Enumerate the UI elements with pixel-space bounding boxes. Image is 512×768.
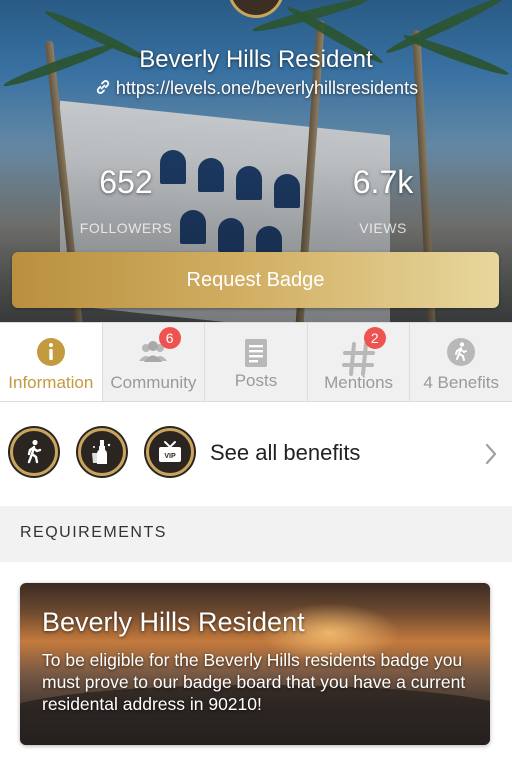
tab-community[interactable]: 6 Community (103, 323, 206, 401)
tab-bar: Information 6 Community Posts 2 Mentions… (0, 322, 512, 402)
views-label: VIEWS (359, 220, 407, 236)
tab-label: 4 Benefits (423, 373, 499, 392)
profile-hero: Beverly Hills Resident https://levels.on… (0, 0, 512, 322)
community-count-badge: 6 (158, 327, 181, 349)
tab-benefits[interactable]: 4 Benefits (410, 323, 512, 401)
link-icon (96, 80, 110, 94)
followers-count: 652 (99, 164, 153, 200)
benefit-badge (78, 428, 126, 476)
tab-posts[interactable]: Posts (205, 323, 308, 401)
walking-person-icon (27, 439, 42, 464)
requirement-card-text: To be eligible for the Beverly Hills res… (42, 650, 466, 714)
requirements-header: REQUIREMENTS (0, 506, 512, 562)
profile-url-link[interactable]: https://levels.one/beverlyhillsresidents (116, 78, 418, 98)
benefits-row[interactable]: VIP See all benefits (0, 402, 512, 506)
tab-label: Information (8, 373, 94, 392)
svg-text:VIP: VIP (164, 453, 176, 460)
requirements-title: REQUIREMENTS (20, 524, 167, 541)
tab-label: Posts (234, 371, 278, 390)
benefit-badge (10, 428, 58, 476)
benefit-badge: VIP (146, 428, 194, 476)
tab-label: Community (110, 373, 197, 392)
walking-person-icon (447, 338, 476, 366)
mentions-count-badge: 2 (363, 327, 386, 349)
requirement-card[interactable]: Beverly Hills Resident To be eligible fo… (20, 583, 490, 745)
tab-mentions[interactable]: 2 Mentions (308, 323, 411, 401)
see-all-benefits-label[interactable]: See all benefits (210, 440, 360, 466)
chevron-right-icon[interactable] (484, 442, 498, 466)
info-icon (36, 338, 65, 366)
views-count: 6.7k (352, 164, 414, 200)
profile-url-row[interactable]: https://levels.one/beverlyhillsresidents (0, 78, 512, 99)
vip-ticket-icon: VIP (159, 441, 181, 462)
request-badge-button[interactable]: Request Badge (12, 252, 499, 308)
requirement-card-title: Beverly Hills Resident (42, 607, 305, 637)
tab-information[interactable]: Information (0, 323, 103, 401)
document-icon (244, 339, 267, 367)
followers-label: FOLLOWERS (79, 220, 173, 236)
bottle-service-icon (92, 440, 111, 464)
profile-name: Beverly Hills Resident (139, 46, 373, 73)
tab-label: Mentions (324, 373, 394, 392)
